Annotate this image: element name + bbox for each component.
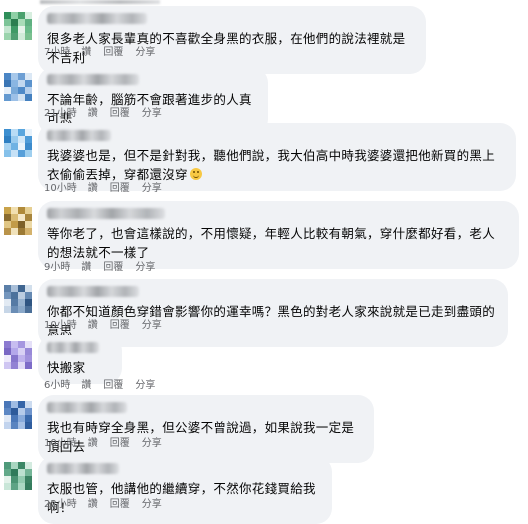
commenter-name-blurred[interactable] [47, 130, 111, 141]
comment-bubble: 我婆婆也是，但不是針對我，聽他們說，我大伯高中時我婆婆還把他新買的黑上衣偷偷丟掉… [38, 123, 516, 191]
like-button[interactable]: 讚 [81, 379, 91, 392]
like-button[interactable]: 讚 [88, 107, 98, 120]
timestamp[interactable]: 22小時 [44, 498, 77, 511]
timestamp[interactable]: 10小時 [44, 437, 77, 450]
commenter-name-blurred[interactable] [47, 74, 139, 85]
reply-button[interactable]: 回覆 [103, 261, 123, 274]
comment-bubble: 快搬家 [38, 335, 122, 384]
share-button[interactable]: 分享 [135, 261, 155, 274]
reply-button[interactable]: 回覆 [110, 437, 130, 450]
like-button[interactable]: 讚 [88, 498, 98, 511]
timestamp[interactable]: 9小時 [44, 261, 70, 274]
comment-bubble: 衣服也管，他講他的繼續穿，不然你花錢買給我啊！ [38, 456, 332, 524]
comment-text: 快搬家 [47, 360, 86, 375]
reply-button[interactable]: 回覆 [110, 498, 130, 511]
comment-text: 等你老了，也會這樣說的，不用懷疑，年輕人比較有朝氣，穿什麼都好看，老人的想法就不… [47, 226, 496, 260]
avatar[interactable] [4, 12, 32, 40]
comment-actions: 22小時讚回覆 分享 [44, 498, 162, 511]
comment-text: 我婆婆也是，但不是針對我，聽他們說，我大伯高中時我婆婆還把他新買的黑上衣偷偷丟掉… [47, 148, 496, 182]
share-button[interactable]: 分享 [142, 437, 162, 450]
comment-actions: 6小時讚回覆 分享 [44, 379, 155, 392]
timestamp[interactable]: 10小時 [44, 182, 77, 195]
timestamp[interactable]: 6小時 [44, 379, 70, 392]
avatar[interactable] [4, 207, 32, 235]
avatar[interactable] [4, 129, 32, 157]
avatar[interactable] [4, 341, 32, 369]
timestamp[interactable]: 21小時 [44, 107, 77, 120]
like-button[interactable]: 讚 [81, 261, 91, 274]
timestamp[interactable]: 10小時 [44, 319, 77, 332]
reply-button[interactable]: 回覆 [103, 46, 123, 59]
commenter-name-blurred[interactable] [47, 463, 119, 474]
avatar[interactable] [4, 73, 32, 101]
share-button[interactable]: 分享 [142, 498, 162, 511]
comment-bubble: 很多老人家長輩真的不喜歡全身黑的衣服，在他們的說法裡就是不吉利 [38, 6, 426, 74]
share-button[interactable]: 分享 [142, 107, 162, 120]
avatar[interactable] [4, 462, 32, 490]
reply-button[interactable]: 回覆 [110, 182, 130, 195]
share-button[interactable]: 分享 [135, 379, 155, 392]
comment-actions: 7小時讚回覆 分享 [44, 46, 155, 59]
smile-emoji-icon [189, 168, 202, 180]
like-button[interactable]: 讚 [88, 182, 98, 195]
commenter-name-blurred[interactable] [47, 342, 99, 353]
avatar[interactable] [4, 401, 32, 429]
like-button[interactable]: 讚 [88, 319, 98, 332]
comment-actions: 10小時讚回覆 分享 [44, 437, 162, 450]
comment-bubble: 我也有時穿全身黑，但公婆不曾說過，如果說我一定是頂回去 [38, 395, 374, 463]
commenter-name-blurred[interactable] [47, 402, 127, 413]
commenter-name-blurred[interactable] [47, 208, 165, 219]
comment-actions: 9小時讚回覆 分享 [44, 261, 155, 274]
share-button[interactable]: 分享 [142, 319, 162, 332]
like-button[interactable]: 讚 [88, 437, 98, 450]
comment-actions: 10小時讚回覆 分享 [44, 319, 162, 332]
like-button[interactable]: 讚 [81, 46, 91, 59]
comment-bubble: 等你老了，也會這樣說的，不用懷疑，年輕人比較有朝氣，穿什麼都好看，老人的想法就不… [38, 201, 519, 269]
comment-actions: 21小時讚回覆 分享 [44, 107, 162, 120]
share-button[interactable]: 分享 [135, 46, 155, 59]
share-button[interactable]: 分享 [142, 182, 162, 195]
commenter-name-blurred[interactable] [47, 13, 147, 24]
previous-comment-fragment [40, 0, 160, 4]
comment-actions: 10小時讚回覆 分享 [44, 182, 162, 195]
reply-button[interactable]: 回覆 [110, 319, 130, 332]
timestamp[interactable]: 7小時 [44, 46, 70, 59]
reply-button[interactable]: 回覆 [110, 107, 130, 120]
avatar[interactable] [4, 285, 32, 313]
reply-button[interactable]: 回覆 [103, 379, 123, 392]
commenter-name-blurred[interactable] [47, 286, 139, 297]
